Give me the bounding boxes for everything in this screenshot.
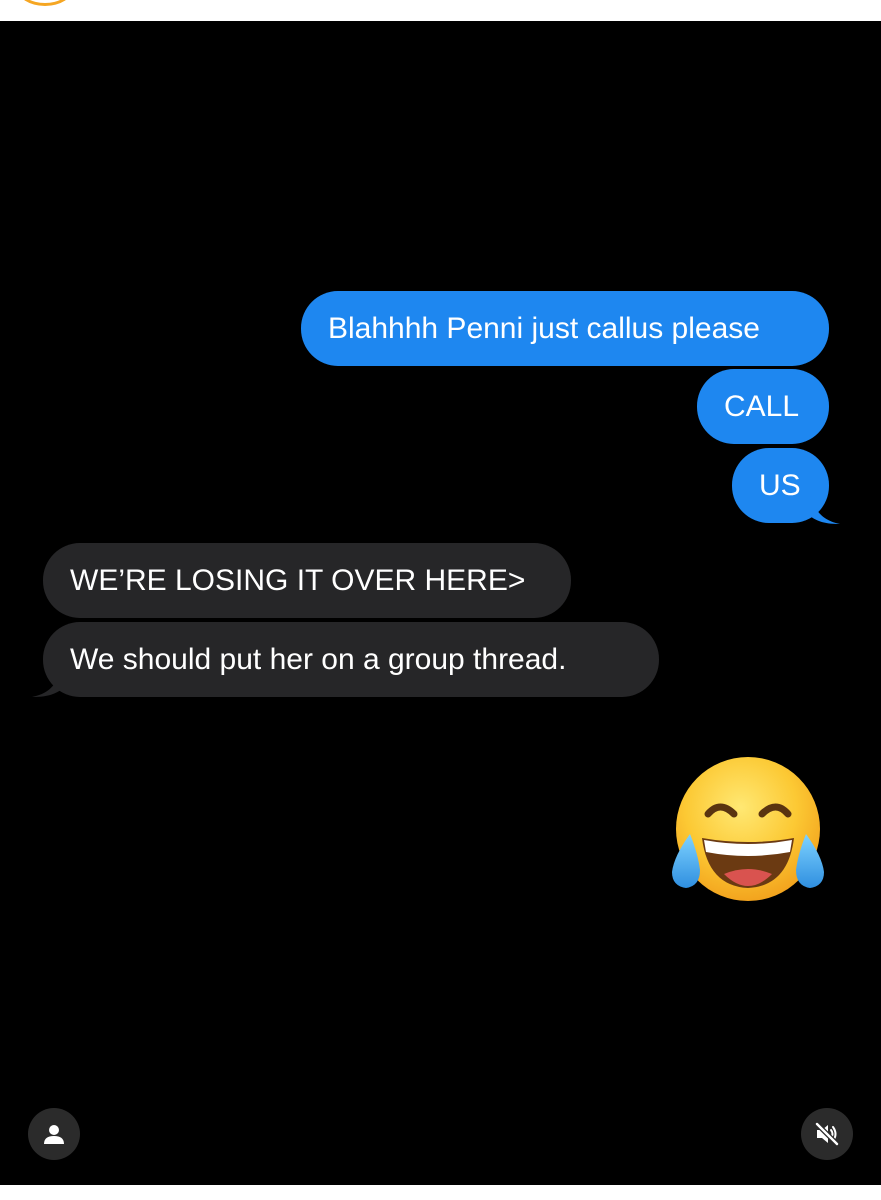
message-text: Blahhhh Penni just callus please (328, 312, 760, 345)
story-avatar-ring[interactable] (17, 0, 73, 6)
message-text: WE’RE LOSING IT OVER HERE> (70, 564, 526, 597)
profile-button[interactable] (28, 1108, 80, 1160)
sent-message-bubble: Blahhhh Penni just callus please (301, 291, 829, 366)
message-text: We should put her on a group thread. (70, 643, 567, 676)
message-screenshot: Blahhhh Penni just callus please CALL US… (0, 21, 881, 1185)
received-message-bubble: WE’RE LOSING IT OVER HERE> (43, 543, 571, 618)
bottom-strip (0, 1185, 881, 1200)
sent-message-bubble: CALL (697, 369, 829, 444)
bubble-tail-icon (810, 494, 840, 524)
message-text: CALL (724, 390, 800, 423)
received-message-bubble: We should put her on a group thread. (43, 622, 659, 697)
speaker-muted-icon (814, 1121, 840, 1147)
mute-toggle-button[interactable] (801, 1108, 853, 1160)
face-with-tears-of-joy-icon (668, 756, 828, 906)
person-icon (44, 1125, 64, 1144)
message-text: US (759, 469, 801, 502)
bubble-tail-icon (32, 667, 62, 697)
top-bar (0, 0, 881, 21)
